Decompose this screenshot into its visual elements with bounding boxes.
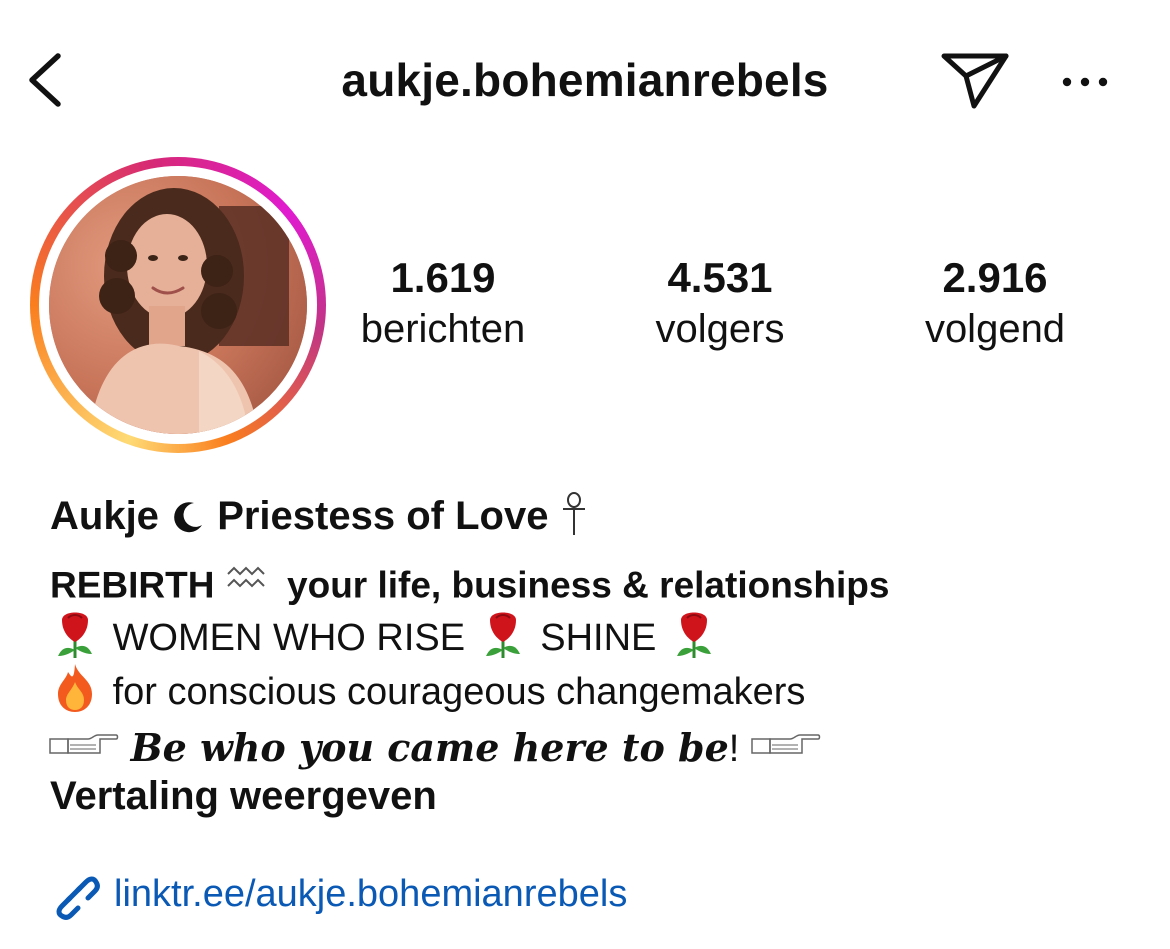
avatar[interactable] <box>49 176 307 434</box>
bio-shine: SHINE <box>540 617 657 660</box>
following-count: 2.916 <box>942 254 1048 301</box>
bio-rebirth-rest: your life, business & relationships <box>287 564 890 606</box>
more-options-button[interactable] <box>1056 62 1114 102</box>
link-url[interactable]: linktr.ee/aukje.bohemianrebels <box>114 873 627 915</box>
bio-women-who-rise: WOMEN WHO RISE <box>112 617 466 660</box>
posts-count: 1.619 <box>390 254 496 301</box>
followers-label: volgers <box>655 307 785 351</box>
profile-photo <box>49 176 307 434</box>
bio-tagline: Be who you came here to be <box>130 725 729 770</box>
send-message-button[interactable] <box>938 48 1010 112</box>
fire-icon <box>48 660 102 728</box>
following-label: volgend <box>924 307 1066 351</box>
bio-changemakers: for conscious courageous changemakers <box>112 671 806 714</box>
crescent-moon-icon <box>170 492 206 544</box>
stat-posts[interactable]: 1.619 berichten <box>323 252 563 354</box>
avatar-border <box>39 166 317 444</box>
profile-link[interactable]: linktr.ee/aukje.bohemianrebels <box>48 866 627 922</box>
bio-line-tagline: Be who you came here to be! <box>48 722 822 777</box>
paper-plane-icon <box>941 53 1009 109</box>
bio-rebirth: REBIRTH <box>50 564 215 606</box>
posts-label: berichten <box>360 307 526 351</box>
name-title: Priestess of Love <box>217 494 549 538</box>
pointing-hand-icon <box>750 725 822 777</box>
story-ring[interactable] <box>30 157 326 453</box>
name-first: Aukje <box>50 494 159 538</box>
stat-following[interactable]: 2.916 volgend <box>875 252 1115 354</box>
translate-button[interactable]: Vertaling weergeven <box>50 770 437 822</box>
ankh-icon <box>560 491 588 546</box>
followers-count: 4.531 <box>667 254 773 301</box>
bio-line-changemakers: for conscious courageous changemakers <box>48 660 805 728</box>
link-icon <box>48 868 100 920</box>
profile-name: Aukje Priestess of Love <box>50 490 588 546</box>
ellipsis-icon <box>1062 77 1108 87</box>
stat-followers[interactable]: 4.531 volgers <box>600 252 840 354</box>
bio-tagline-end: ! <box>728 728 740 770</box>
